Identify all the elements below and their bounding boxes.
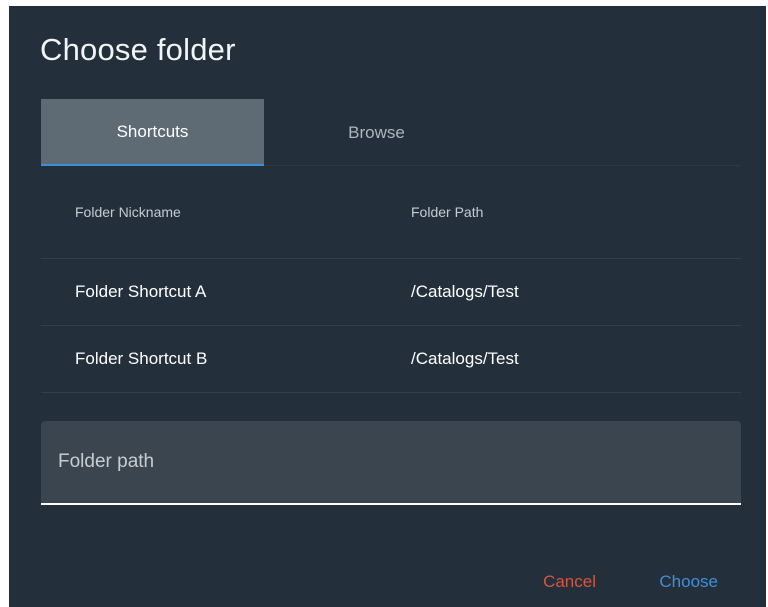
table-row[interactable]: Folder Shortcut B /Catalogs/Test <box>41 326 741 393</box>
row-nickname: Folder Shortcut A <box>75 282 207 301</box>
choose-folder-dialog: Choose folder Shortcuts Browse Folder Ni… <box>9 6 766 607</box>
folder-path-field <box>41 421 741 505</box>
cancel-button[interactable]: Cancel <box>543 557 596 607</box>
tab-browse[interactable]: Browse <box>264 99 489 166</box>
dialog-title: Choose folder <box>40 32 236 67</box>
dialog-actions: Cancel Choose <box>466 557 766 607</box>
choose-button[interactable]: Choose <box>659 557 718 607</box>
column-header-nickname: Folder Nickname <box>75 204 181 220</box>
folder-path-input[interactable] <box>41 421 741 503</box>
table-header: Folder Nickname Folder Path <box>41 166 741 259</box>
tab-bar: Shortcuts Browse <box>41 99 741 166</box>
shortcuts-table: Folder Nickname Folder Path Folder Short… <box>41 166 741 393</box>
row-path: /Catalogs/Test <box>411 349 519 368</box>
column-header-path: Folder Path <box>411 204 484 220</box>
tab-shortcuts[interactable]: Shortcuts <box>41 99 264 166</box>
row-nickname: Folder Shortcut B <box>75 349 208 368</box>
table-row[interactable]: Folder Shortcut A /Catalogs/Test <box>41 259 741 326</box>
tab-shortcuts-label: Shortcuts <box>116 121 189 141</box>
tab-browse-label: Browse <box>348 122 405 142</box>
row-path: /Catalogs/Test <box>411 282 519 301</box>
